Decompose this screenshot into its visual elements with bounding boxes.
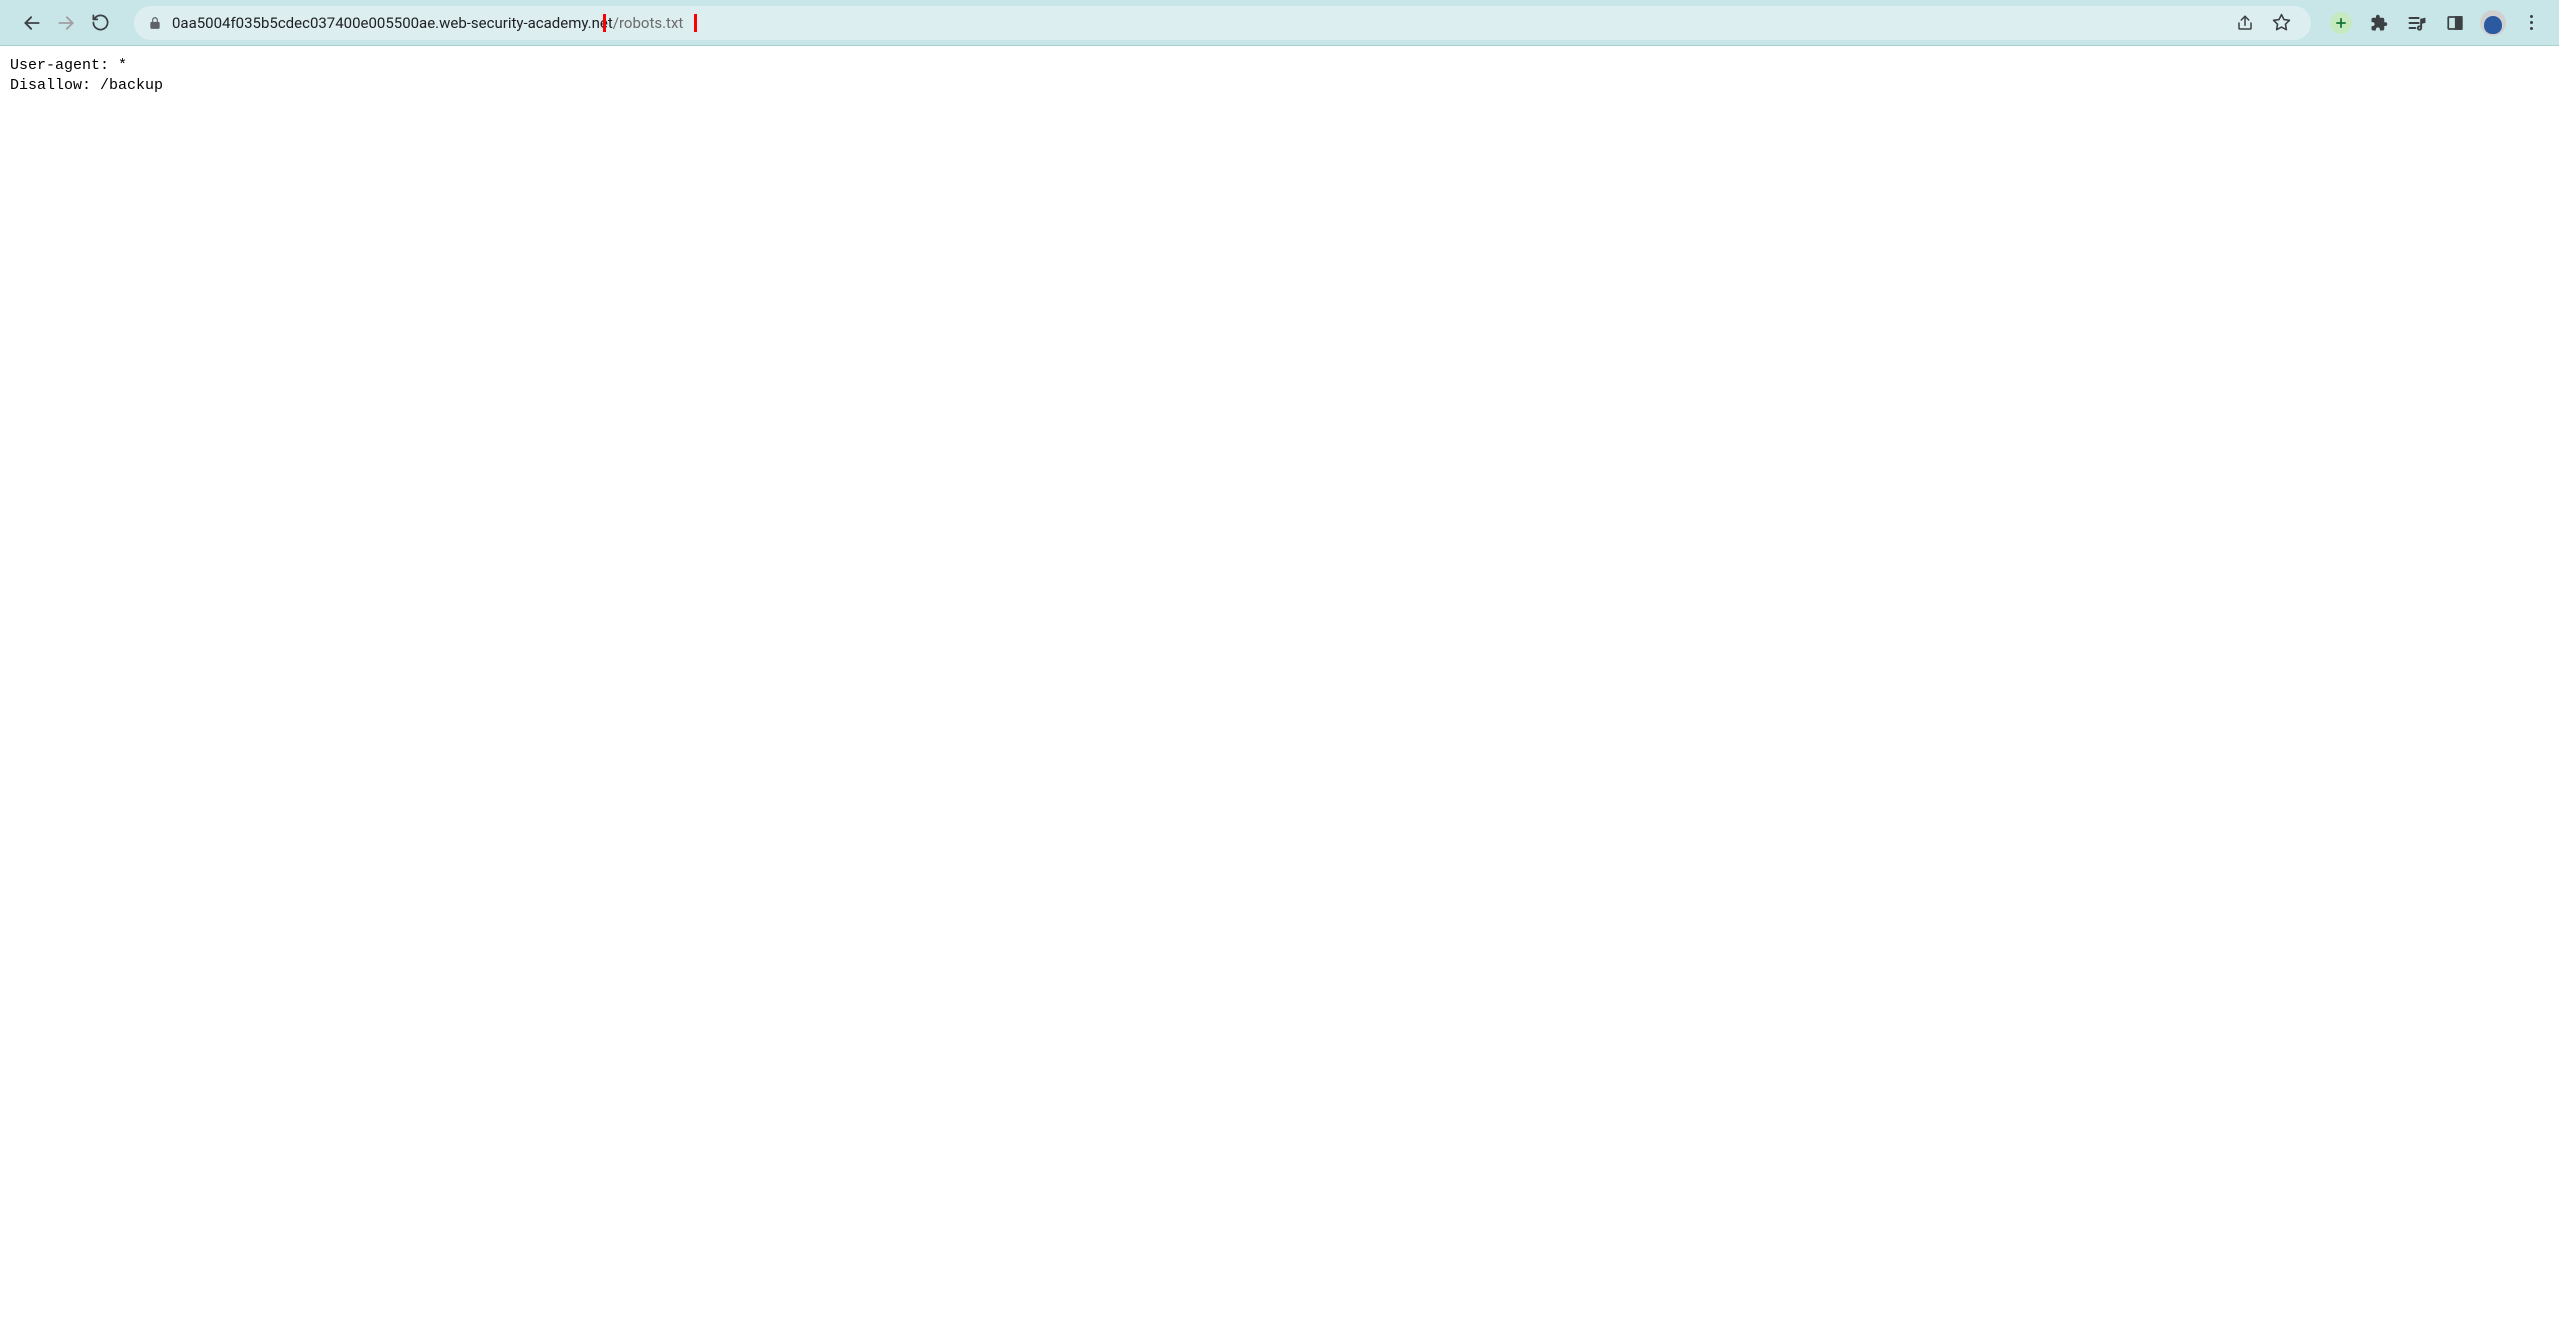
- url-text: 0aa5004f035b5cdec037400e005500ae.web-sec…: [172, 14, 2221, 32]
- url-path: /robots.txt: [613, 14, 684, 32]
- page-content: User-agent: * Disallow: /backup: [0, 46, 2559, 107]
- forward-icon: [56, 13, 76, 33]
- url-domain: 0aa5004f035b5cdec037400e005500ae.web-sec…: [172, 14, 613, 32]
- lock-icon[interactable]: [148, 16, 162, 30]
- avatar-icon: [2480, 10, 2506, 36]
- bookmark-icon: [2272, 13, 2291, 32]
- url-path-highlight: /robots.txt: [613, 14, 684, 32]
- bookmark-button[interactable]: [2265, 7, 2297, 39]
- profile-button[interactable]: [2477, 7, 2509, 39]
- share-button[interactable]: [2229, 7, 2261, 39]
- address-bar-actions: [2229, 7, 2297, 39]
- forward-button: [50, 7, 82, 39]
- back-button[interactable]: [16, 7, 48, 39]
- browser-toolbar: 0aa5004f035b5cdec037400e005500ae.web-sec…: [0, 0, 2559, 46]
- playlist-icon: [2407, 13, 2427, 33]
- side-panel-button[interactable]: [2439, 7, 2471, 39]
- menu-button[interactable]: [2515, 7, 2547, 39]
- reload-icon: [91, 13, 110, 32]
- extension-icon: [2370, 14, 2388, 32]
- panel-icon: [2446, 14, 2464, 32]
- extensions-button[interactable]: [2363, 7, 2395, 39]
- reload-button[interactable]: [84, 7, 116, 39]
- address-bar[interactable]: 0aa5004f035b5cdec037400e005500ae.web-sec…: [134, 6, 2311, 40]
- plus-button[interactable]: [2325, 7, 2357, 39]
- nav-buttons: [8, 7, 124, 39]
- back-icon: [22, 13, 42, 33]
- toolbar-actions: [2321, 7, 2551, 39]
- media-controls-button[interactable]: [2401, 7, 2433, 39]
- menu-icon: [2530, 15, 2533, 30]
- plus-icon: [2330, 12, 2352, 34]
- share-icon: [2236, 14, 2254, 32]
